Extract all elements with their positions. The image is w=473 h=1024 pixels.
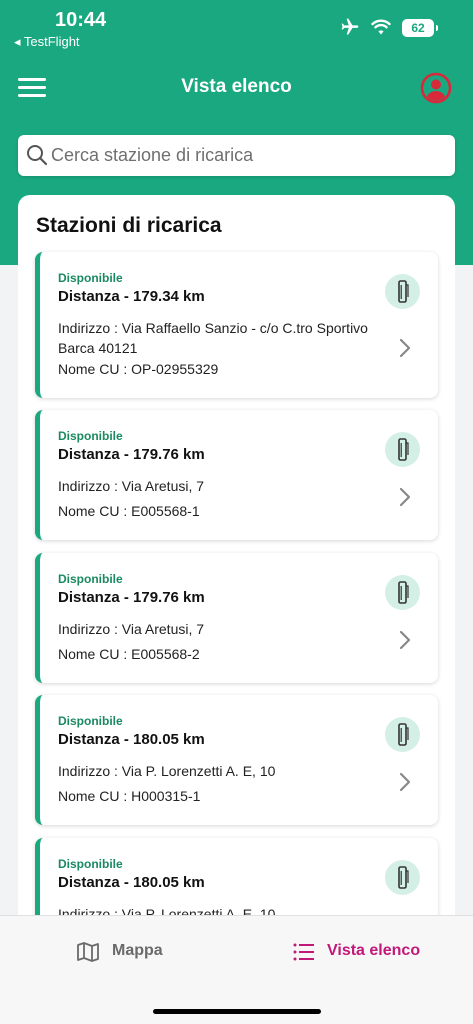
list-title: Stazioni di ricarica — [36, 214, 222, 237]
search-input[interactable] — [51, 135, 447, 176]
station-cu: Nome CU : OP-02955329 — [58, 361, 219, 377]
status-bar: 10:44 ◂ TestFlight 62 — [0, 0, 473, 56]
airplane-icon — [341, 18, 359, 35]
station-cu: Nome CU : H000315-1 — [58, 788, 201, 804]
station-card[interactable]: Disponibile Distanza - 180.05 km Indiriz… — [35, 695, 438, 825]
user-icon[interactable] — [420, 72, 452, 104]
station-cu: Nome CU : E005568-1 — [58, 503, 200, 519]
charger-icon — [385, 860, 420, 895]
station-status: Disponibile — [58, 714, 123, 728]
page-title: Vista elenco — [181, 76, 292, 97]
station-card[interactable]: Disponibile Distanza - 179.76 km Indiriz… — [35, 410, 438, 540]
station-address: Indirizzo : Via P. Lorenzetti A. E, 10 — [58, 906, 276, 915]
station-address: Indirizzo : Via P. Lorenzetti A. E, 10 — [58, 763, 276, 779]
chevron-right-icon — [399, 630, 411, 650]
tab-bar: Mappa Vista elenco — [0, 915, 473, 1024]
map-icon — [77, 942, 99, 962]
station-address: Indirizzo : Via Aretusi, 7 — [58, 478, 205, 494]
station-card[interactable]: Disponibile Distanza - 179.34 km Indiriz… — [35, 252, 438, 398]
tab-mappa-label: Mappa — [112, 942, 163, 959]
search-icon — [27, 145, 48, 166]
charger-icon — [385, 717, 420, 752]
station-address: Indirizzo : Via Aretusi, 7 — [58, 621, 205, 637]
chevron-right-icon — [399, 487, 411, 507]
station-distance: Distanza - 179.34 km — [58, 288, 205, 305]
station-status: Disponibile — [58, 271, 123, 285]
station-status: Disponibile — [58, 857, 123, 871]
station-distance: Distanza - 179.76 km — [58, 589, 205, 606]
station-status: Disponibile — [58, 429, 123, 443]
home-indicator — [153, 1009, 321, 1014]
status-time: 10:44 — [55, 9, 107, 31]
station-distance: Distanza - 180.05 km — [58, 874, 205, 891]
chevron-right-icon — [399, 338, 411, 358]
station-address: Indirizzo : Via Raffaello Sanzio - c/o C… — [58, 320, 368, 356]
stations-panel: Stazioni di ricarica Disponibile Distanz… — [18, 195, 455, 915]
station-card[interactable]: Disponibile Distanza - 180.05 km Indiriz… — [35, 838, 438, 915]
list-icon — [293, 943, 314, 961]
station-distance: Distanza - 180.05 km — [58, 731, 205, 748]
station-cu: Nome CU : E005568-2 — [58, 646, 200, 662]
charger-icon — [385, 274, 420, 309]
back-to-testflight[interactable]: ◂ TestFlight — [14, 34, 80, 50]
battery-indicator: 62 — [402, 19, 438, 37]
search-bar — [18, 135, 455, 176]
wifi-icon — [371, 19, 391, 35]
charger-icon — [385, 432, 420, 467]
station-card[interactable]: Disponibile Distanza - 179.76 km Indiriz… — [35, 553, 438, 683]
station-status: Disponibile — [58, 572, 123, 586]
charger-icon — [385, 575, 420, 610]
tab-vista-elenco-label: Vista elenco — [327, 942, 421, 959]
station-distance: Distanza - 179.76 km — [58, 446, 205, 463]
chevron-right-icon — [399, 772, 411, 792]
